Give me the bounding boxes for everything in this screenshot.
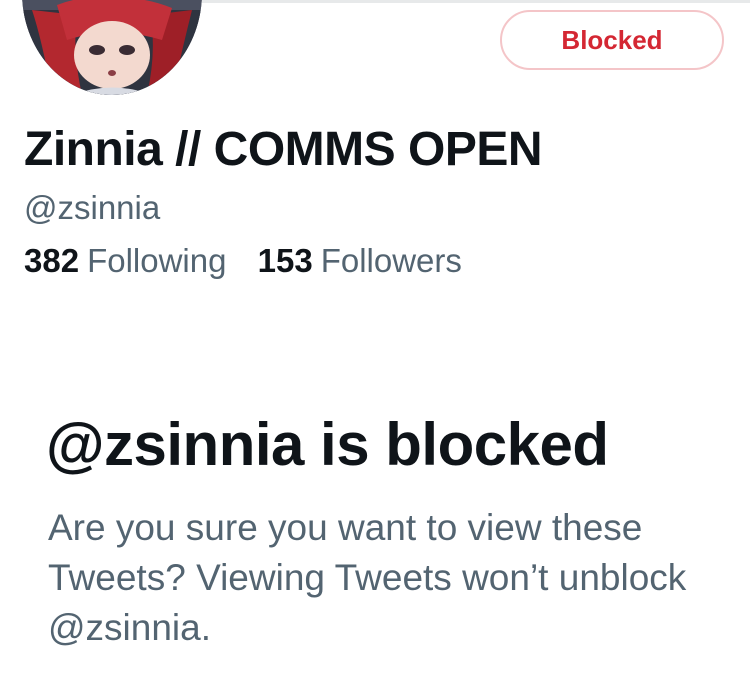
blocked-button[interactable]: Blocked xyxy=(500,10,724,70)
blocked-notice-title: @zsinnia is blocked xyxy=(46,411,609,478)
following-label: Following xyxy=(87,242,227,279)
profile-handle: @zsinnia xyxy=(24,189,161,226)
followers-label: Followers xyxy=(320,242,462,279)
followers-count: 153 xyxy=(257,242,313,279)
blocked-notice-body: Are you sure you want to view these Twee… xyxy=(48,507,687,648)
avatar[interactable] xyxy=(22,0,202,95)
following-count: 382 xyxy=(24,242,80,279)
avatar-image xyxy=(22,0,202,95)
profile-stats: 382 Following 153 Followers xyxy=(24,242,484,280)
profile-display-name: Zinnia // COMMS OPEN xyxy=(24,123,543,176)
header-divider xyxy=(200,0,750,3)
blocked-button-label: Blocked xyxy=(561,25,663,55)
followers-link[interactable]: 153 Followers xyxy=(258,242,462,280)
following-link[interactable]: 382 Following xyxy=(24,242,226,280)
